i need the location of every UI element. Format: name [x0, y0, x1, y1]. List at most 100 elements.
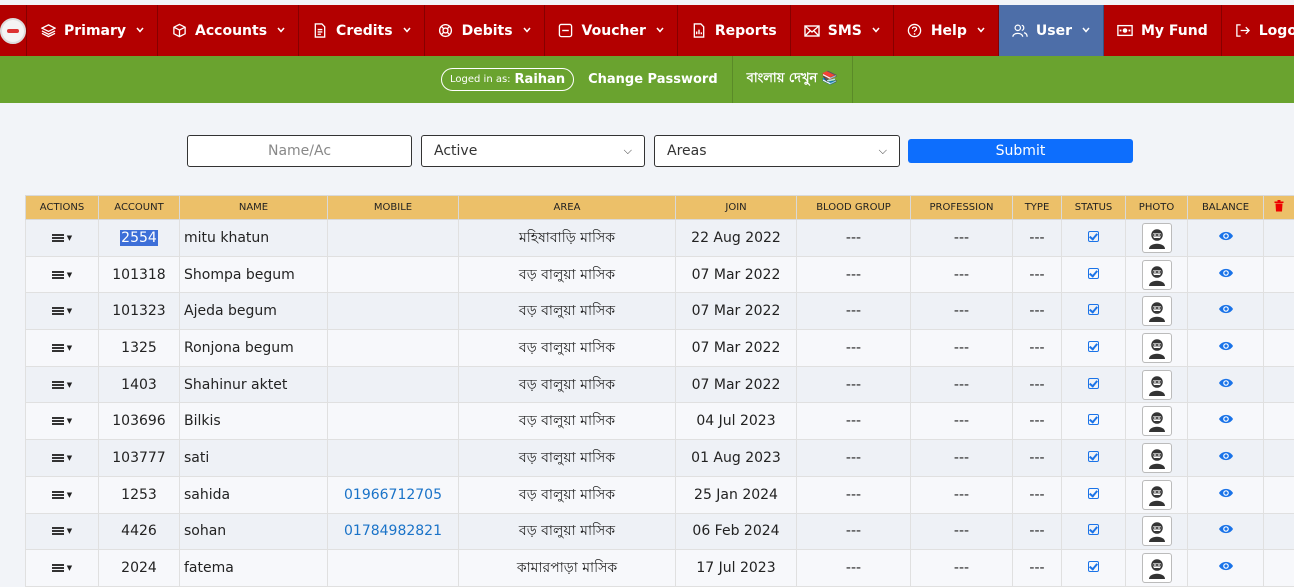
- eye-icon[interactable]: [1218, 377, 1234, 393]
- column-header-actions: ACTIONS: [25, 195, 99, 220]
- nav-item-accounts[interactable]: Accounts: [158, 5, 300, 56]
- nav-item-primary[interactable]: Primary: [27, 5, 159, 56]
- avatar[interactable]: [1141, 516, 1172, 547]
- mobile-cell: [327, 402, 459, 441]
- nav-item-voucher[interactable]: Voucher: [545, 5, 678, 56]
- nav-item-my-fund[interactable]: My Fund: [1104, 5, 1222, 56]
- trash-icon[interactable]: [1274, 200, 1284, 215]
- actions-menu-button[interactable]: ▼: [51, 490, 72, 499]
- eye-icon[interactable]: [1218, 340, 1234, 356]
- photo-cell: [1125, 512, 1188, 551]
- status-checkbox[interactable]: [1088, 414, 1099, 426]
- status-checkbox[interactable]: [1088, 450, 1099, 462]
- area-select[interactable]: Areas ⌵: [654, 135, 900, 167]
- table-row[interactable]: ▼ 2024 fatema কামারপাড়া মাসিক 17 Jul 2023 --…: [25, 549, 1294, 587]
- eye-icon[interactable]: [1218, 303, 1234, 319]
- status-checkbox[interactable]: [1088, 230, 1099, 242]
- table-row[interactable]: ▼ 1325 Ronjona begum বড় বালুয়া মাসিক 07 Ma…: [25, 329, 1294, 367]
- status-select[interactable]: Active ⌵: [421, 135, 645, 167]
- row-actions[interactable]: ▼: [25, 439, 99, 477]
- actions-menu-button[interactable]: ▼: [51, 564, 72, 573]
- mobile-cell[interactable]: 01784982821: [327, 512, 459, 551]
- table-row[interactable]: ▼ 4426 sohan 01784982821 বড় বালুয়া মাসিক 06…: [25, 512, 1294, 551]
- table-row[interactable]: ▼ 1253 sahida 01966712705 বড় বালুয়া মাসিক 2…: [25, 475, 1294, 514]
- photo-cell: [1125, 402, 1188, 441]
- avatar[interactable]: [1141, 259, 1172, 290]
- status-checkbox[interactable]: [1088, 304, 1099, 316]
- actions-menu-button[interactable]: ▼: [51, 380, 72, 389]
- table-row[interactable]: ▼ 2554 mitu khatun মহিষাবাড়ি মাসিক 22 Aug 2…: [25, 219, 1294, 257]
- status-checkbox[interactable]: [1088, 377, 1099, 389]
- actions-menu-button[interactable]: ▼: [51, 527, 72, 536]
- actions-menu-button[interactable]: ▼: [51, 343, 72, 352]
- row-actions[interactable]: ▼: [25, 549, 99, 587]
- delete-column-header[interactable]: [1263, 195, 1294, 220]
- photo-cell: [1125, 255, 1188, 294]
- table-row[interactable]: ▼ 103777 sati বড় বালুয়া মাসিক 01 Aug 2023-…: [25, 439, 1294, 477]
- nav-item-help[interactable]: Help: [894, 5, 999, 56]
- avatar[interactable]: [1141, 296, 1172, 327]
- nav-item-user[interactable]: User: [998, 5, 1104, 56]
- mobile-cell[interactable]: 01966712705: [327, 475, 459, 514]
- row-actions[interactable]: ▼: [25, 219, 99, 257]
- account-cell: 103696: [98, 402, 180, 441]
- status-checkbox[interactable]: [1088, 487, 1099, 499]
- submit-button[interactable]: Submit: [908, 139, 1133, 163]
- eye-icon[interactable]: [1218, 560, 1234, 576]
- search-input[interactable]: Name/Ac: [187, 135, 412, 167]
- status-checkbox[interactable]: [1088, 524, 1099, 536]
- avatar[interactable]: [1141, 332, 1172, 363]
- eye-icon[interactable]: [1218, 450, 1234, 466]
- status-checkbox[interactable]: [1088, 561, 1099, 573]
- caret-down-icon: ▼: [66, 307, 73, 316]
- nav-item-credits[interactable]: Credits: [299, 5, 425, 56]
- avatar[interactable]: [1141, 553, 1172, 584]
- actions-menu-button[interactable]: ▼: [51, 417, 72, 426]
- table-row[interactable]: ▼ 1403 Shahinur aktet বড় বালুয়া মাসিক 07 M…: [25, 365, 1294, 404]
- nav-item-reports[interactable]: Reports: [678, 5, 791, 56]
- balance-cell: [1187, 365, 1264, 404]
- row-actions[interactable]: ▼: [25, 365, 99, 404]
- avatar[interactable]: [1141, 406, 1172, 437]
- nav-item-debits[interactable]: Debits: [425, 5, 545, 56]
- row-actions[interactable]: ▼: [25, 255, 99, 294]
- eye-icon[interactable]: [1218, 267, 1234, 283]
- actions-menu-button[interactable]: ▼: [51, 233, 72, 242]
- eye-icon[interactable]: [1218, 523, 1234, 539]
- logo-link[interactable]: [0, 5, 27, 56]
- minus-square-icon: [558, 23, 574, 39]
- type-cell: ---: [1012, 439, 1062, 477]
- row-actions[interactable]: ▼: [25, 402, 99, 441]
- column-header-area: AREA: [458, 195, 676, 220]
- chevron-down-icon: [656, 25, 664, 36]
- bangla-view-link[interactable]: বাংলায় দেখুন 📚: [733, 56, 852, 103]
- row-actions[interactable]: ▼: [25, 329, 99, 367]
- row-actions[interactable]: ▼: [25, 512, 99, 551]
- eye-icon[interactable]: [1218, 487, 1234, 503]
- account-cell: 2554: [98, 219, 180, 257]
- name-cell: Bilkis: [179, 402, 328, 441]
- eye-icon[interactable]: [1218, 230, 1234, 246]
- eye-icon[interactable]: [1218, 413, 1234, 429]
- table-row[interactable]: ▼ 103696 Bilkis বড় বালুয়া মাসিক 04 Jul 202…: [25, 402, 1294, 441]
- status-checkbox[interactable]: [1088, 340, 1099, 352]
- nav-item-sms[interactable]: SMS: [791, 5, 894, 56]
- column-header-status: STATUS: [1061, 195, 1126, 220]
- avatar[interactable]: [1141, 479, 1172, 510]
- nav-item-logout[interactable]: Logout: [1222, 5, 1294, 56]
- avatar[interactable]: [1141, 222, 1172, 253]
- actions-menu-button[interactable]: ▼: [51, 270, 72, 279]
- row-actions[interactable]: ▼: [25, 475, 99, 514]
- row-actions[interactable]: ▼: [25, 292, 99, 331]
- table-row[interactable]: ▼ 101318 Shompa begum বড় বালুয়া মাসিক 07 M…: [25, 255, 1294, 294]
- actions-menu-button[interactable]: ▼: [51, 453, 72, 462]
- actions-menu-button[interactable]: ▼: [51, 307, 73, 316]
- avatar[interactable]: [1141, 442, 1172, 473]
- table-row[interactable]: ▼ 101323 Ajeda begum বড় বালুয়া মাসিক 07 Ma…: [25, 292, 1294, 331]
- photo-cell: [1125, 292, 1188, 331]
- status-checkbox[interactable]: [1088, 267, 1099, 279]
- change-password-link[interactable]: Change Password: [574, 56, 732, 103]
- blood-group-cell: ---: [796, 219, 911, 257]
- column-header-blood-group: BLOOD GROUP: [796, 195, 911, 220]
- avatar[interactable]: [1141, 369, 1172, 400]
